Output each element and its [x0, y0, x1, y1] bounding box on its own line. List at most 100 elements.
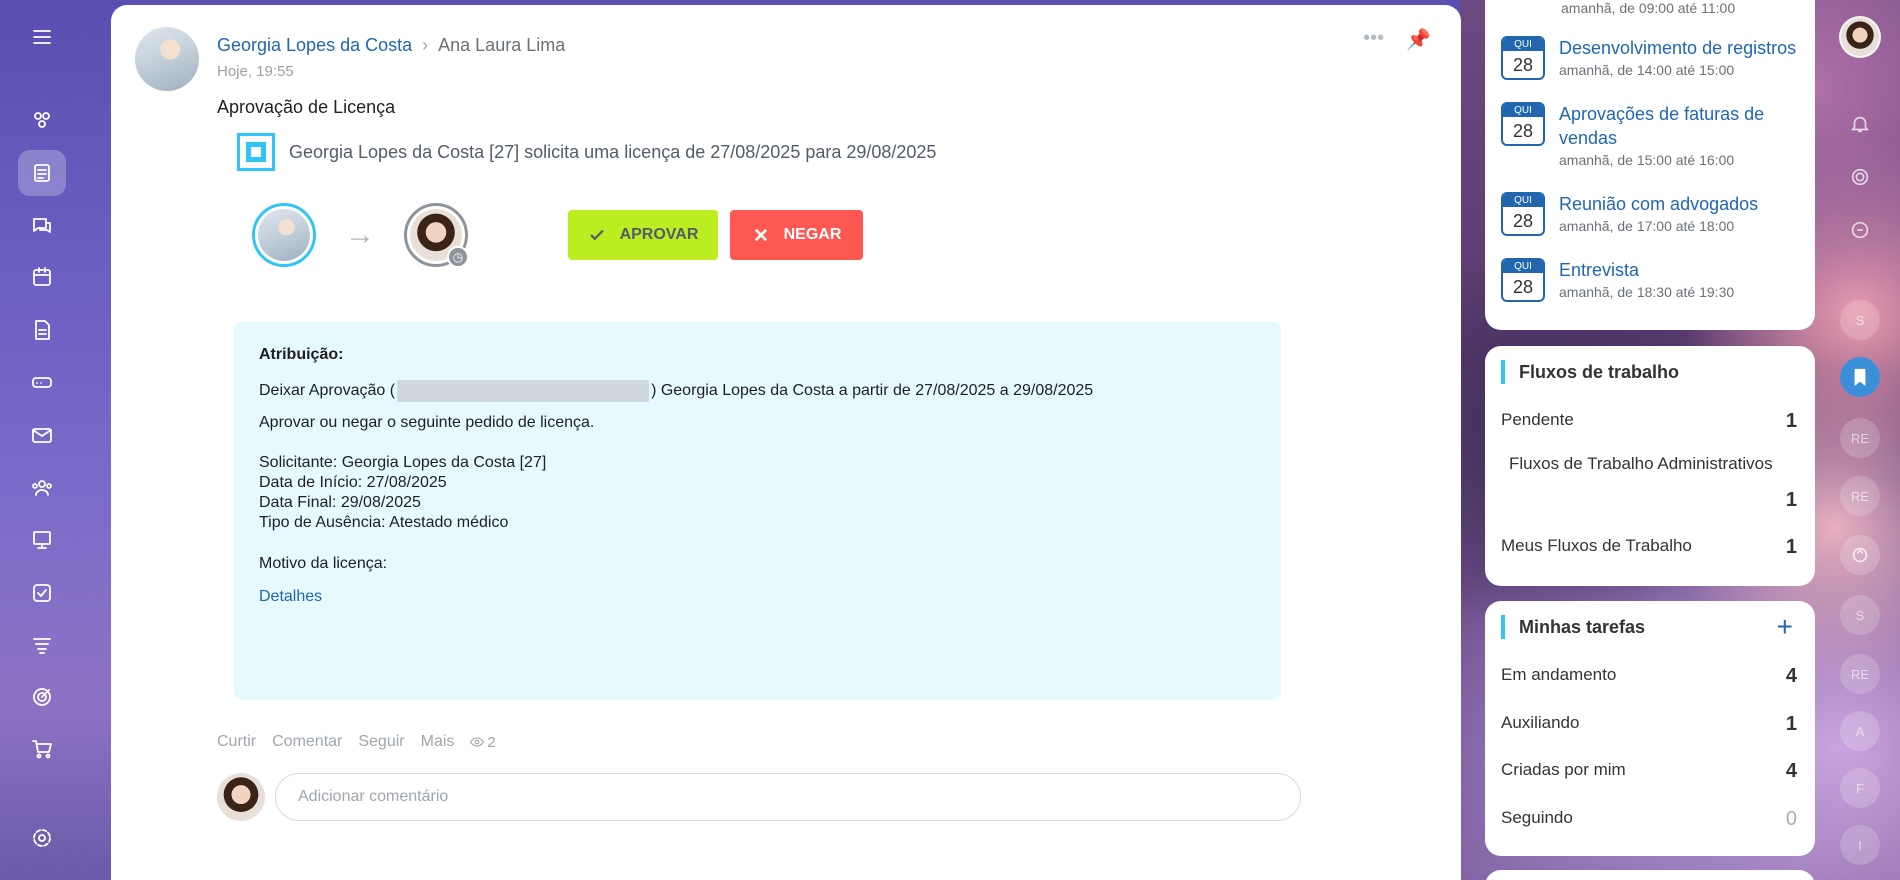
presentation-icon[interactable]: [18, 517, 66, 563]
views-counter[interactable]: 2: [470, 733, 496, 751]
deny-label: NEGAR: [783, 226, 842, 243]
workflow-row-admin-count[interactable]: 1: [1501, 489, 1797, 512]
feed-icon[interactable]: [18, 150, 66, 196]
date-badge-number: 28: [1512, 211, 1534, 231]
task-row-following[interactable]: Seguindo 0: [1501, 808, 1797, 831]
mail-icon[interactable]: [18, 412, 66, 458]
contact-bubble[interactable]: RE: [1840, 654, 1880, 694]
task-row-created[interactable]: Criadas por mim 4: [1501, 760, 1797, 783]
contact-bubble[interactable]: A: [1840, 711, 1880, 751]
contact-bubble[interactable]: RE: [1840, 476, 1880, 516]
workflows-title[interactable]: Fluxos de trabalho: [1501, 360, 1679, 384]
row-label: Auxiliando: [1501, 713, 1580, 732]
workflow-row-pending[interactable]: Pendente 1: [1501, 410, 1797, 433]
chevron-right-icon: ›: [422, 35, 429, 55]
add-task-icon[interactable]: +: [1777, 611, 1793, 643]
post-actions: Curtir Comentar Seguir Mais 2: [217, 733, 496, 751]
workflow-icon: [237, 133, 275, 171]
bell-icon[interactable]: [1840, 104, 1880, 144]
approve-label: APROVAR: [619, 226, 699, 243]
collab-icon[interactable]: [18, 97, 66, 143]
target-icon[interactable]: [18, 674, 66, 720]
tasks-icon[interactable]: [18, 570, 66, 616]
approver-avatar[interactable]: ◷: [404, 203, 469, 268]
contact-bubble[interactable]: S: [1840, 300, 1880, 340]
assignment-suffix: ) Georgia Lopes da Costa a partir de 27/…: [651, 382, 1094, 400]
row-label: Criadas por mim: [1501, 760, 1626, 779]
close-icon: [754, 228, 767, 242]
more-icon[interactable]: •••: [1363, 27, 1384, 52]
chat-search-icon[interactable]: [1840, 210, 1880, 250]
contact-bubble[interactable]: F: [1840, 768, 1880, 808]
post-time[interactable]: Hoje, 19:55: [217, 63, 294, 80]
request-text: Georgia Lopes da Costa [27] solicita uma…: [289, 141, 937, 162]
date-badge-day: QUI: [1503, 104, 1543, 117]
next-widget: [1485, 870, 1815, 880]
settings-icon[interactable]: [18, 815, 66, 861]
event-time: amanhã, de 15:00 até 16:00: [1559, 152, 1735, 168]
bookmark-icon[interactable]: [1840, 357, 1880, 397]
calendar-event[interactable]: QUI 28 Entrevista amanhã, de 18:30 até 19:…: [1501, 258, 1799, 302]
recipient-name[interactable]: Ana Laura Lima: [438, 35, 565, 56]
row-label: Pendente: [1501, 410, 1574, 429]
contact-bubble[interactable]: RE: [1840, 418, 1880, 458]
more-link[interactable]: Mais: [421, 733, 455, 751]
row-count: 1: [1785, 536, 1797, 558]
chat-icon[interactable]: [18, 202, 66, 248]
tasks-title[interactable]: Minhas tarefas: [1501, 615, 1645, 639]
calendar-event[interactable]: QUI 28 Desenvolvimento de registros amanhã…: [1501, 36, 1799, 80]
contact-bubble[interactable]: S: [1840, 595, 1880, 635]
requester-avatar[interactable]: [252, 203, 316, 267]
task-row-in-progress[interactable]: Em andamento 4: [1501, 665, 1797, 688]
contact-bubble[interactable]: I: [1840, 825, 1880, 865]
author-avatar[interactable]: [135, 27, 199, 91]
comment-input[interactable]: Adicionar comentário: [275, 773, 1301, 821]
row-count: 1: [1785, 713, 1797, 735]
current-user-avatar: [217, 773, 265, 821]
sync-icon[interactable]: [1840, 535, 1880, 575]
tasks-widget: Minhas tarefas + Em andamento 4 Auxiliand…: [1485, 601, 1815, 856]
task-row-assisting[interactable]: Auxiliando 1: [1501, 713, 1797, 736]
date-badge-number: 28: [1512, 277, 1534, 297]
documents-icon[interactable]: [18, 307, 66, 353]
drive-icon[interactable]: [18, 359, 66, 405]
follow-link[interactable]: Seguir: [358, 733, 404, 751]
funnel-icon[interactable]: [18, 622, 66, 668]
redacted-field: [397, 380, 650, 402]
comment-link[interactable]: Comentar: [272, 733, 342, 751]
approve-button[interactable]: APROVAR: [568, 210, 718, 260]
event-time: amanhã, de 18:30 até 19:30: [1559, 284, 1735, 300]
assignment-prefix: Deixar Aprovação (: [259, 382, 396, 400]
post-controls: ••• 📌: [1363, 27, 1431, 52]
comment-row: Adicionar comentário: [217, 773, 1301, 821]
event-title[interactable]: Entrevista: [1559, 258, 1799, 282]
event-title[interactable]: Aprovações de faturas de vendas: [1559, 102, 1799, 150]
cart-icon[interactable]: [18, 726, 66, 772]
like-link[interactable]: Curtir: [217, 733, 256, 751]
date-badge: QUI 28: [1501, 192, 1545, 236]
event-title[interactable]: Desenvolvimento de registros: [1559, 36, 1799, 60]
workflows-widget: Fluxos de trabalho Pendente 1 Fluxos de T…: [1485, 346, 1815, 586]
assignment-line: Deixar Aprovação ( ) Georgia Lopes da Cos…: [259, 380, 1093, 402]
date-badge-day: QUI: [1503, 194, 1543, 207]
groups-icon[interactable]: [18, 465, 66, 511]
workflow-row-admin[interactable]: Fluxos de Trabalho Administrativos: [1509, 454, 1797, 474]
event-title[interactable]: Reunião com advogados: [1559, 192, 1799, 216]
deny-button[interactable]: NEGAR: [730, 210, 863, 260]
menu-icon[interactable]: [18, 14, 66, 60]
instruction-text: Aprovar ou negar o seguinte pedido de li…: [259, 414, 595, 431]
details-link[interactable]: Detalhes: [259, 588, 322, 606]
author-name[interactable]: Georgia Lopes da Costa: [217, 35, 412, 56]
calendar-event[interactable]: QUI 28 Aprovações de faturas de vendas ama…: [1501, 102, 1799, 168]
workflow-row-mine[interactable]: Meus Fluxos de Trabalho 1: [1501, 536, 1797, 559]
request-summary: Georgia Lopes da Costa [27] solicita uma…: [237, 133, 936, 171]
user-avatar[interactable]: [1839, 16, 1881, 58]
copilot-icon[interactable]: [1840, 157, 1880, 197]
start-date-text: Data de Início: 27/08/2025: [259, 474, 447, 491]
calendar-icon[interactable]: [18, 254, 66, 300]
pin-icon[interactable]: 📌: [1406, 27, 1431, 52]
absence-type-text: Tipo de Ausência: Atestado médico: [259, 514, 509, 531]
date-badge: QUI 28: [1501, 258, 1545, 302]
views-count: 2: [487, 733, 496, 751]
calendar-event[interactable]: QUI 28 Reunião com advogados amanhã, de 17…: [1501, 192, 1799, 236]
